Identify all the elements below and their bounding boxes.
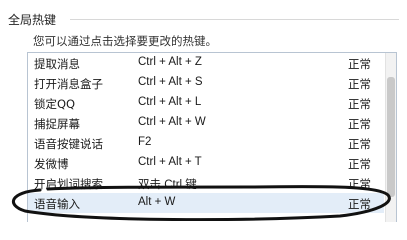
hotkey-row-word-search[interactable]: 开启划词搜索 双击 Ctrl 键 正常 [28, 173, 384, 193]
hotkey-status: 正常 [348, 137, 371, 151]
hotkey-name: 提取消息 [34, 57, 80, 71]
vertical-scrollbar[interactable] [385, 53, 396, 222]
hotkey-name: 发微博 [34, 157, 69, 171]
hotkey-key: Ctrl + Alt + T [138, 156, 202, 168]
group-divider [70, 19, 399, 20]
hotkey-row-voice-input[interactable]: 语音输入 Alt + W 正常 [28, 193, 384, 213]
hotkey-row-open-message-box[interactable]: 打开消息盒子 Ctrl + Alt + S 正常 [28, 73, 384, 93]
hotkey-row-lock-qq[interactable]: 锁定QQ Ctrl + Alt + L 正常 [28, 93, 384, 113]
hotkey-row-capture-screen[interactable]: 捕捉屏幕 Ctrl + Alt + W 正常 [28, 113, 384, 133]
hotkey-key: Ctrl + Alt + L [138, 96, 202, 108]
hotkey-status: 正常 [348, 197, 371, 211]
hotkey-name: 打开消息盒子 [34, 77, 103, 91]
hotkey-key: F2 [138, 136, 152, 148]
hotkey-name: 开启划词搜索 [34, 177, 103, 191]
hotkey-key: Ctrl + Alt + Z [138, 56, 202, 68]
hint-text: 您可以通过点击选择要更改的热键。 [33, 34, 217, 48]
hotkey-status: 正常 [348, 57, 371, 71]
hotkey-name: 捕捉屏幕 [34, 117, 80, 131]
hotkey-key: Alt + W [138, 196, 176, 208]
hotkey-status: 正常 [348, 177, 371, 191]
hotkey-key: Ctrl + Alt + W [138, 116, 206, 128]
hotkey-key: Ctrl + Alt + S [138, 76, 203, 88]
hotkey-status: 正常 [348, 157, 371, 171]
hotkey-status: 正常 [348, 97, 371, 111]
hotkey-row-extract-message[interactable]: 提取消息 Ctrl + Alt + Z 正常 [28, 53, 384, 73]
hotkey-row-post-weibo[interactable]: 发微博 Ctrl + Alt + T 正常 [28, 153, 384, 173]
scrollbar-thumb[interactable] [387, 77, 395, 197]
hotkey-name: 锁定QQ [34, 97, 76, 111]
hotkey-status: 正常 [348, 117, 371, 131]
hotkey-key: 双击 Ctrl 键 [138, 179, 197, 191]
hotkey-row-push-to-talk[interactable]: 语音按键说话 F2 正常 [28, 133, 384, 153]
hotkey-list: 提取消息 Ctrl + Alt + Z 正常 打开消息盒子 Ctrl + Alt… [27, 52, 397, 222]
hotkey-name: 语音输入 [34, 197, 80, 211]
hotkey-status: 正常 [348, 77, 371, 91]
hotkey-name: 语音按键说话 [34, 137, 103, 151]
group-title: 全局热键 [8, 13, 57, 27]
